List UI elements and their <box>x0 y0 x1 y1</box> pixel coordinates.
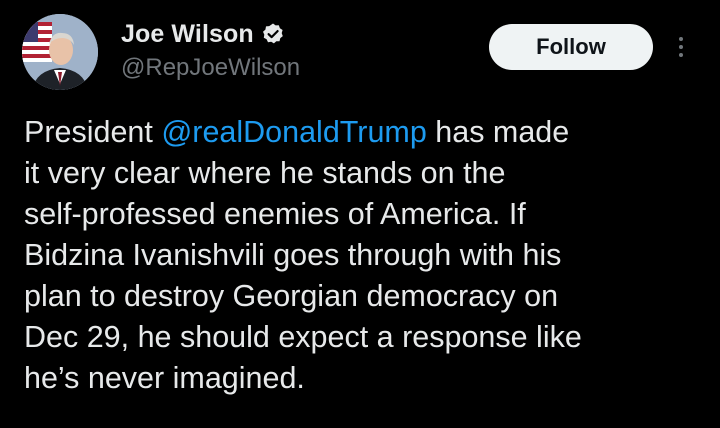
verified-badge-icon <box>261 22 285 46</box>
tweet-text-line: self-professed enemies of America. If <box>24 197 526 231</box>
tweet-text-line: he’s never imagined. <box>24 361 305 395</box>
tweet-text-line: Bidzina Ivanishvili goes through with hi… <box>24 238 562 272</box>
tweet-text-line: Dec 29, he should expect a response like <box>24 320 582 354</box>
tweet-text-line: it very clear where he stands on the <box>24 156 506 190</box>
author-name-row: Joe Wilson <box>121 18 285 50</box>
avatar-portrait-image <box>22 14 98 90</box>
tweet-card: Joe Wilson @RepJoeWilson Follow Presiden… <box>0 0 720 428</box>
author-handle[interactable]: @RepJoeWilson <box>121 54 300 82</box>
tweet-text: President @realDonaldTrump has made it v… <box>24 112 704 399</box>
avatar[interactable] <box>22 14 98 90</box>
more-options-icon[interactable] <box>670 32 692 62</box>
author-display-name[interactable]: Joe Wilson <box>121 20 254 49</box>
tweet-text-line: President @realDonaldTrump has made <box>24 115 570 149</box>
follow-button[interactable]: Follow <box>489 24 653 70</box>
mention-link[interactable]: @realDonaldTrump <box>161 115 426 149</box>
tweet-text-line: plan to destroy Georgian democracy on <box>24 279 559 313</box>
